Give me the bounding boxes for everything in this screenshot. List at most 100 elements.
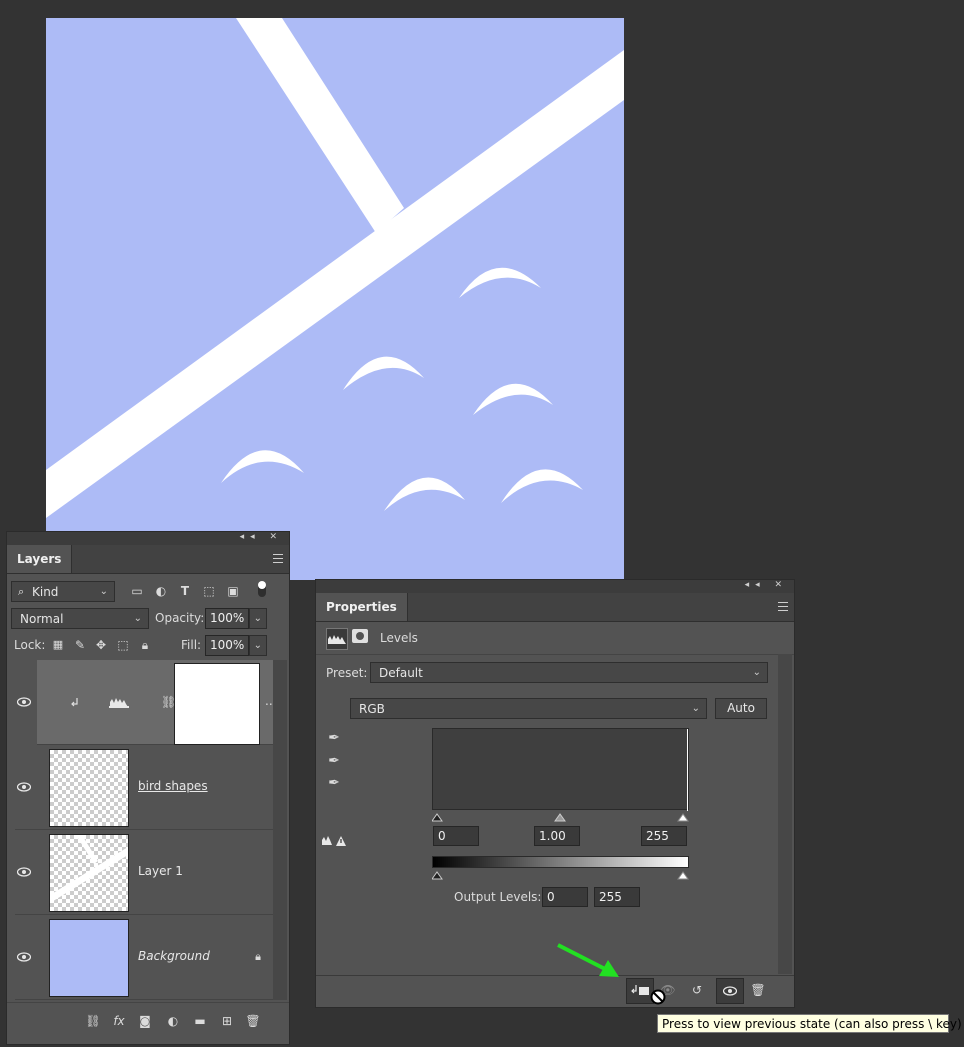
clip-indicator-icon [71,698,78,707]
add-mask-icon[interactable]: ◙ [137,1013,153,1029]
layer-thumbnail-layer-1 [49,834,129,912]
output-black-value: 0 [547,890,555,904]
auto-button[interactable]: Auto [715,698,767,719]
panel-menu-icon[interactable] [778,602,788,611]
white-stripe-short [236,18,404,233]
chevron-down-icon: ⌄ [253,640,262,651]
fill-dropdown-button[interactable]: ⌄ [249,635,267,656]
background-lock-icon: 🔒︎ [255,950,261,963]
toggle-visibility-button[interactable] [716,978,744,1004]
new-layer-icon[interactable]: ⊞ [219,1013,235,1029]
input-white-slider [677,813,689,822]
input-black-field[interactable]: 0 [433,826,479,846]
new-group-folder-icon[interactable]: ▬ [192,1013,208,1029]
mask-mode-button[interactable] [352,629,370,647]
bird-shape-1 [459,267,541,298]
filter-kind-dropdown[interactable]: ⌕ Kind ⌄ [11,581,115,602]
tab-properties[interactable]: Properties [316,593,408,621]
lock-all-icon[interactable]: 🔒︎ [138,637,152,653]
white-point-eyedropper-icon[interactable]: ✒ [326,775,342,791]
layer-row-background[interactable]: Background 🔒︎ [15,915,279,1000]
channel-value: RGB [359,702,385,716]
filter-toggle[interactable] [258,581,266,597]
delete-adjustment-icon[interactable]: 🗑︎ [750,982,766,998]
gray-point-eyedropper-icon[interactable]: ✒ [326,753,342,769]
black-point-eyedropper-icon[interactable]: ✒ [326,730,342,746]
output-black-field[interactable]: 0 [542,887,588,907]
layer-thumbnail-background [49,919,129,997]
layer-style-fx-icon[interactable]: fx [111,1013,127,1029]
output-white-field[interactable]: 255 [594,887,640,907]
preset-label: Preset: [326,666,368,680]
input-gamma-slider [554,813,566,822]
collapse-close-icons[interactable]: ◂◂ ✕ [240,532,283,542]
reset-adjustments-icon[interactable]: ↺ [688,982,706,998]
properties-scrollbar[interactable] [778,654,792,974]
document-canvas[interactable] [46,18,624,580]
properties-panel-titlebar: ◂◂ ✕ [316,580,794,593]
smart-object-filter-icon[interactable]: ▣ [225,583,241,599]
chevron-down-icon: ⌄ [752,667,761,678]
bird-shape-4 [221,450,304,483]
input-black-value: 0 [438,829,446,843]
lock-transparent-icon[interactable]: ▦ [51,637,65,653]
chevron-down-icon: ⌄ [133,613,142,624]
layer-row-bird-shapes[interactable]: bird shapes [15,745,279,830]
lock-image-icon[interactable]: ✎ [73,637,87,653]
histogram-warning-icon [322,836,346,846]
levels-histogram [432,728,689,811]
layer-mask-thumbnail[interactable] [174,663,260,745]
layer-name-layer-1[interactable]: Layer 1 [138,864,183,878]
clip-to-layer-icon [631,985,649,995]
preset-dropdown[interactable]: Default ⌄ [370,662,768,683]
properties-header: Levels [316,624,794,655]
panel-menu-icon[interactable] [273,554,283,563]
layer-row-levels[interactable]: ⛓ .. [37,660,273,745]
link-layers-icon[interactable]: ⛓ [85,1013,101,1029]
visibility-eye-icon[interactable] [17,952,31,962]
delete-layer-icon[interactable]: 🗑︎ [245,1013,261,1029]
image-filter-icon[interactable]: ▭ [129,583,145,599]
type-filter-icon[interactable]: T [177,583,193,599]
input-white-field[interactable]: 255 [641,826,687,846]
chevron-down-icon: ⌄ [691,703,700,714]
layers-scrollbar[interactable] [273,660,287,1000]
layer-row-layer-1[interactable]: Layer 1 [15,830,279,915]
opacity-field[interactable]: 100% [205,608,249,629]
layer-name-bird-shapes[interactable]: bird shapes [138,779,208,793]
input-gamma-field[interactable]: 1.00 [534,826,580,846]
input-white-value: 255 [646,829,669,843]
collapse-close-icons[interactable]: ◂◂ ✕ [745,580,788,590]
layers-panel-titlebar: ◂◂ ✕ [7,532,289,545]
levels-mode-button[interactable] [326,628,348,650]
output-gradient-bar [432,856,689,868]
visibility-eye-icon[interactable] [17,782,31,792]
layer-name-background[interactable]: Background [138,949,210,963]
lock-position-icon[interactable]: ✥ [94,637,108,653]
layer-thumbnail-bird-shapes [49,749,129,827]
adjustment-filter-icon[interactable]: ◐ [153,583,169,599]
fill-field[interactable]: 100% [205,635,249,656]
not-allowed-cursor-icon [650,989,666,1005]
fill-value: 100% [210,638,245,652]
bird-shape-3 [473,383,553,415]
opacity-dropdown-button[interactable]: ⌄ [249,608,267,629]
shape-filter-icon[interactable]: ⬚ [201,583,217,599]
lock-label: Lock: [14,638,46,652]
chevron-down-icon: ⌄ [253,613,262,624]
input-gamma-value: 1.00 [539,829,566,843]
opacity-label: Opacity: [155,611,205,625]
bird-shape-5 [384,477,465,511]
tab-layers[interactable]: Layers [7,545,73,573]
input-levels-slider-track[interactable] [432,810,689,822]
blend-mode-dropdown[interactable]: Normal ⌄ [11,608,149,629]
mask-link-icon[interactable]: ⛓ [161,694,176,710]
new-adjustment-layer-icon[interactable]: ◐ [165,1013,181,1029]
lock-artboard-icon[interactable]: ⬚ [116,637,130,653]
output-levels-label: Output Levels: [454,890,542,904]
output-levels-slider-track[interactable] [432,868,689,880]
channel-dropdown[interactable]: RGB ⌄ [350,698,707,719]
visibility-eye-icon[interactable] [17,697,31,707]
levels-adjustment-icon [109,698,129,708]
visibility-eye-icon[interactable] [17,867,31,877]
